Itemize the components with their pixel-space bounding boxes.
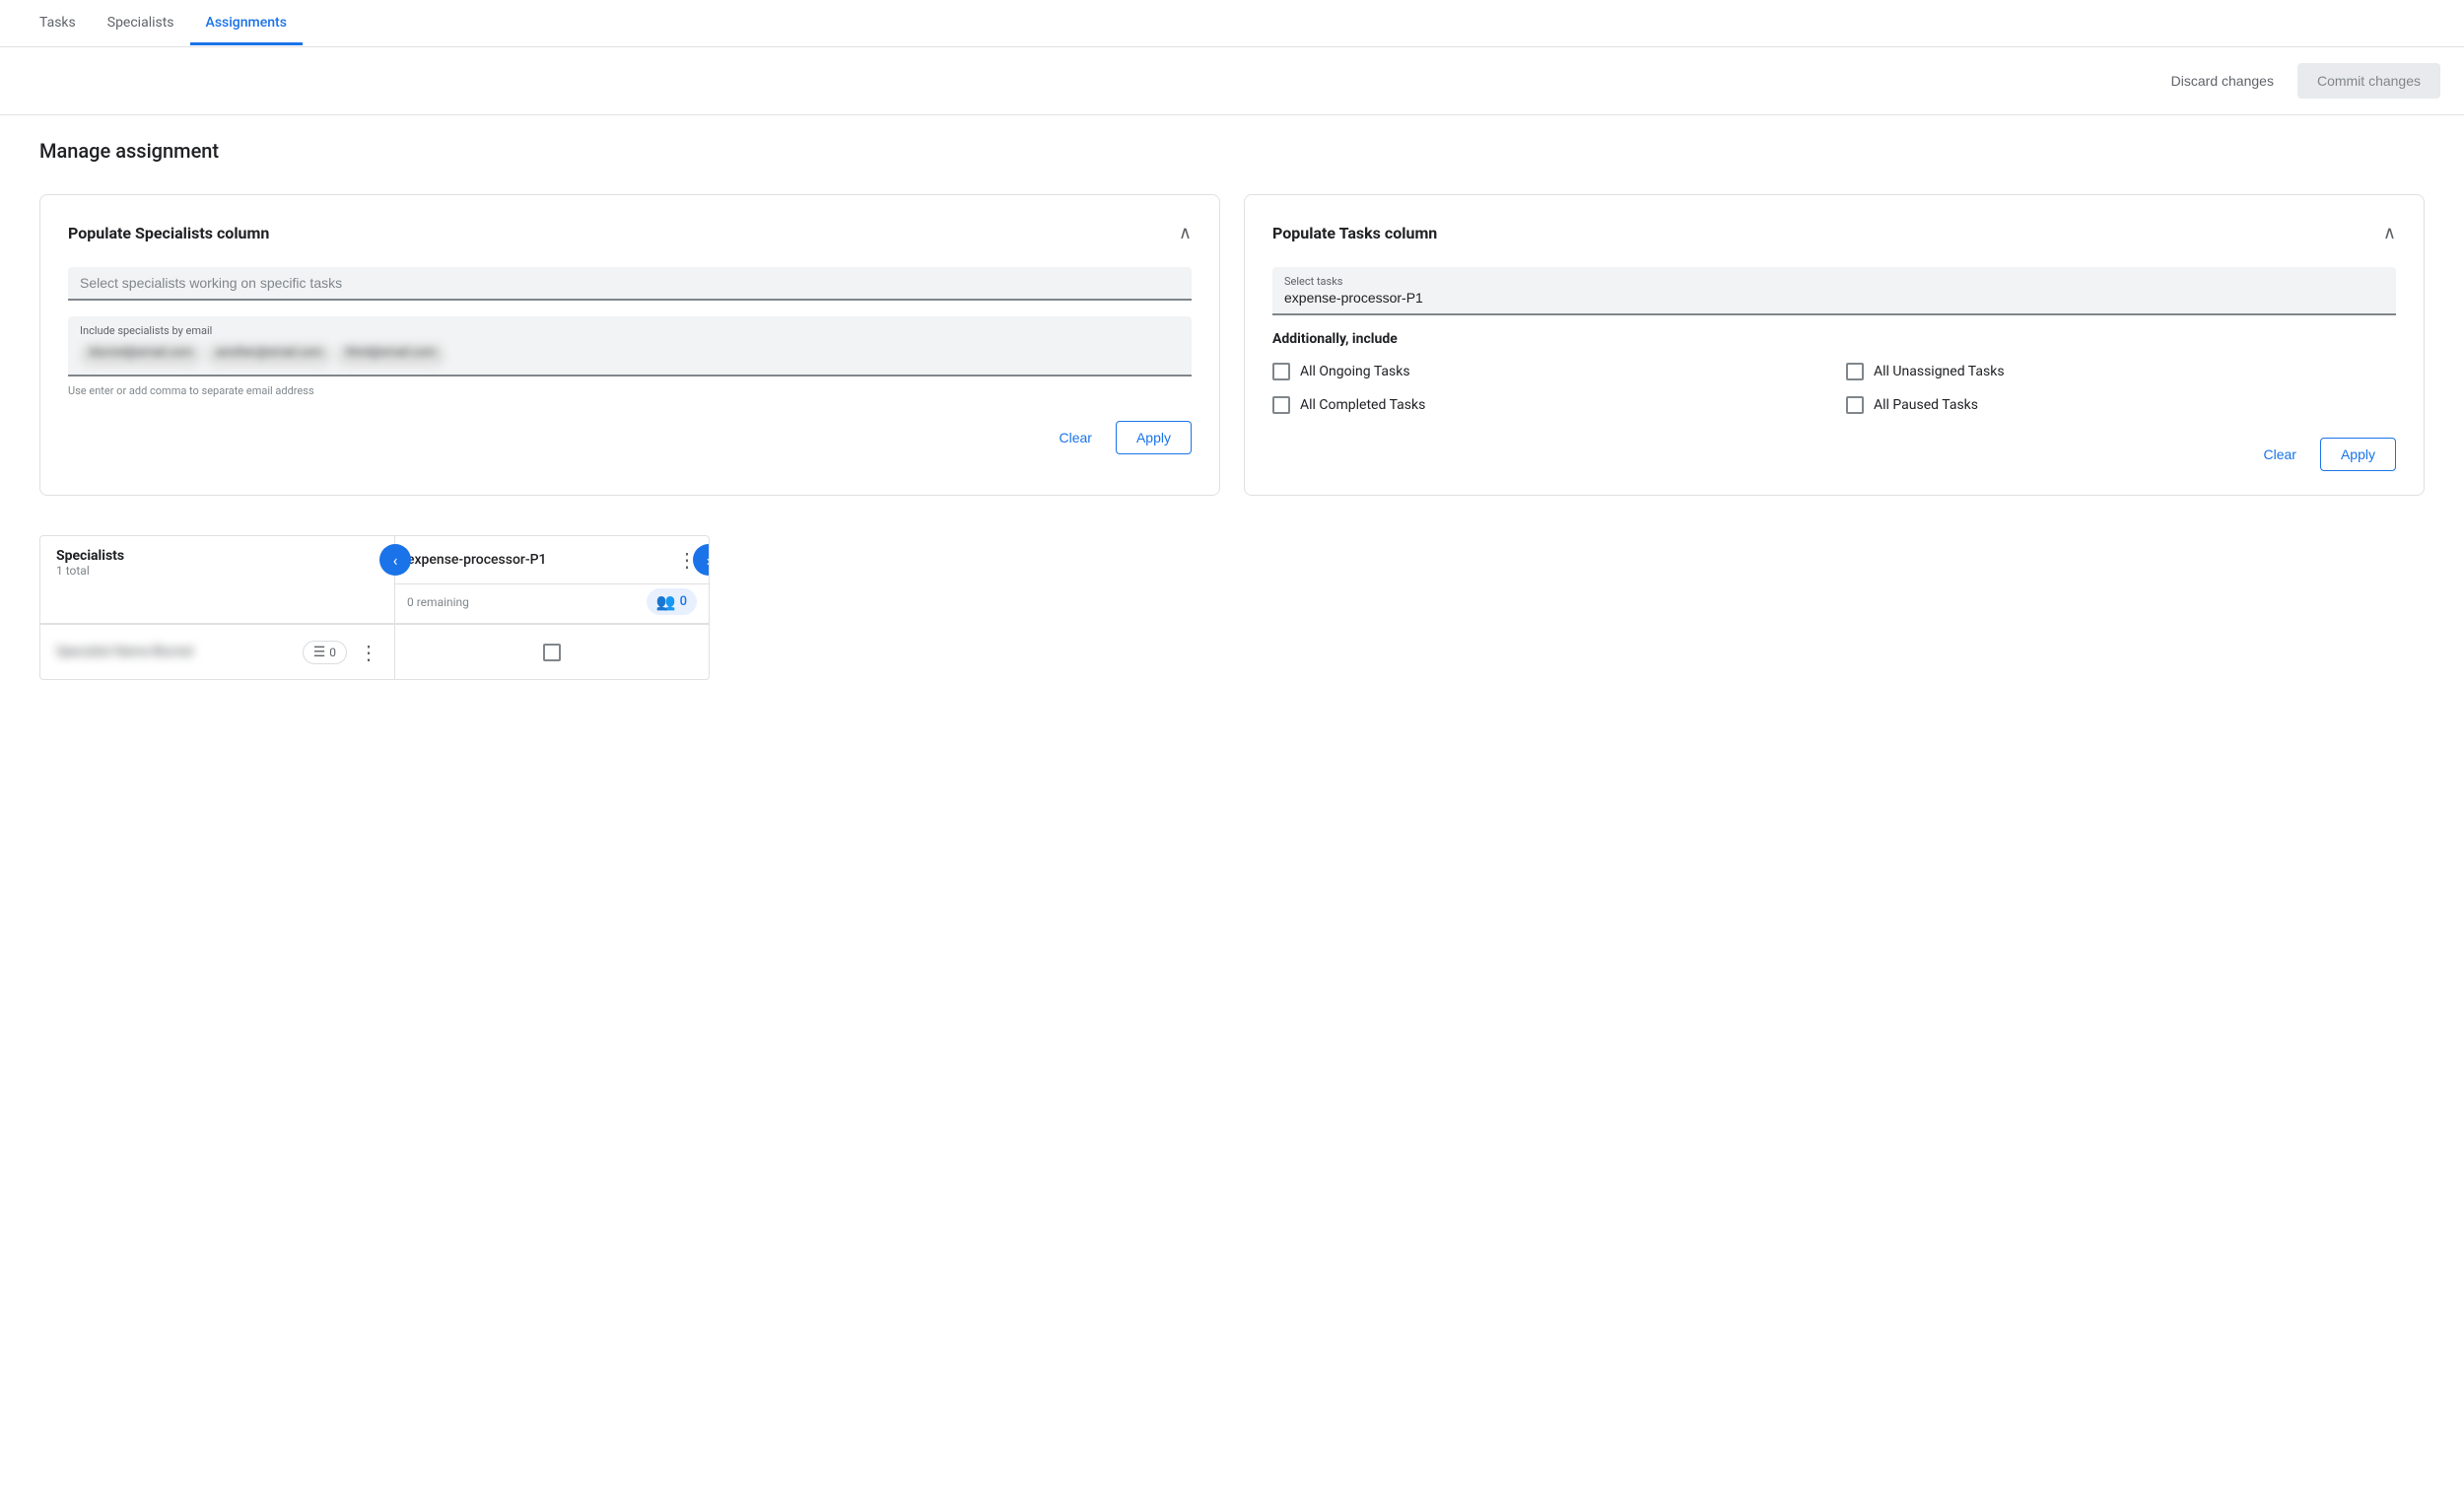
email-tag: third@email.com [336, 343, 445, 367]
checkbox-completed-label: All Completed Tasks [1300, 397, 1425, 413]
tasks-select-input[interactable] [1284, 290, 2384, 313]
checkbox-unassigned[interactable]: All Unassigned Tasks [1846, 363, 2396, 380]
table-header-row: Specialists 1 total ‹ expense-processor-… [40, 536, 709, 624]
checkbox-unassigned-box[interactable] [1846, 363, 1864, 380]
email-tag: blurred@email.com [80, 343, 202, 367]
tasks-select-field[interactable]: Select tasks [1272, 267, 2396, 315]
email-hint: Use enter or add comma to separate email… [68, 384, 1192, 397]
specialists-apply-button[interactable]: Apply [1116, 421, 1192, 454]
tasks-card-title: Populate Tasks column [1272, 224, 1437, 242]
top-nav: Tasks Specialists Assignments [0, 0, 2464, 47]
discard-changes-button[interactable]: Discard changes [2156, 65, 2290, 97]
specialist-task-count: 0 [329, 646, 336, 659]
tasks-select-label: Select tasks [1284, 275, 2384, 288]
specialists-card: Populate Specialists column ∧ Include sp… [39, 194, 1220, 496]
checkbox-grid: All Ongoing Tasks All Unassigned Tasks A… [1272, 363, 2396, 414]
page-title: Manage assignment [0, 115, 2464, 178]
col-specialists-header: Specialists 1 total [40, 536, 395, 623]
assignments-table: Specialists 1 total ‹ expense-processor-… [39, 535, 710, 680]
specialists-card-header: Populate Specialists column ∧ [68, 223, 1192, 243]
badge-number: 0 [680, 594, 687, 609]
specialists-card-actions: Clear Apply [68, 421, 1192, 454]
main-content: Populate Specialists column ∧ Include sp… [0, 178, 2464, 719]
tasks-clear-button[interactable]: Clear [2256, 439, 2304, 470]
checkbox-completed-box[interactable] [1272, 396, 1290, 414]
specialist-name: Specialist Name Blurred [56, 645, 291, 659]
commit-changes-button[interactable]: Commit changes [2297, 63, 2440, 99]
prev-task-button[interactable]: ‹ [379, 544, 411, 576]
specialist-cell: Specialist Name Blurred ☰ 0 ⋮ [40, 625, 395, 679]
header-bar: Discard changes Commit changes [0, 47, 2464, 115]
col-task-header: ‹ expense-processor-P1 ⋮ › 0 remaining 👥… [395, 536, 709, 623]
table-row: Specialist Name Blurred ☰ 0 ⋮ [40, 624, 709, 679]
col-specialists-count: 1 total [56, 564, 378, 578]
specialist-more-icon[interactable]: ⋮ [359, 641, 378, 664]
email-tags: blurred@email.com another@email.com thir… [80, 343, 1180, 367]
tasks-card-header: Populate Tasks column ∧ [1272, 223, 2396, 243]
tasks-card: Populate Tasks column ∧ Select tasks Add… [1244, 194, 2425, 496]
specialists-chevron-icon[interactable]: ∧ [1179, 223, 1192, 243]
checkbox-paused[interactable]: All Paused Tasks [1846, 396, 2396, 414]
specialists-select-field[interactable] [68, 267, 1192, 301]
email-label: Include specialists by email [80, 324, 1180, 337]
checkbox-unassigned-label: All Unassigned Tasks [1874, 364, 2005, 379]
tab-assignments[interactable]: Assignments [190, 3, 303, 45]
tasks-card-actions: Clear Apply [1272, 438, 2396, 471]
badge-people-icon: 👥 [656, 592, 676, 611]
email-tag: another@email.com [206, 343, 332, 367]
specialists-clear-button[interactable]: Clear [1052, 422, 1100, 453]
checkbox-completed[interactable]: All Completed Tasks [1272, 396, 1822, 414]
remaining-text: 0 remaining [407, 595, 469, 609]
tab-tasks[interactable]: Tasks [24, 3, 92, 45]
tasks-apply-button[interactable]: Apply [2320, 438, 2396, 471]
specialists-select-input[interactable] [80, 275, 1180, 299]
task-cell[interactable] [395, 625, 709, 679]
email-box: Include specialists by email blurred@ema… [68, 316, 1192, 376]
task-sub-row: 0 remaining 👥 0 [395, 584, 709, 623]
task-header: ‹ expense-processor-P1 ⋮ › [395, 536, 709, 584]
badge-count: 👥 0 [647, 588, 697, 615]
specialist-list-icon: ☰ [313, 645, 326, 660]
task-assignment-checkbox[interactable] [543, 644, 561, 661]
tab-specialists[interactable]: Specialists [92, 3, 190, 45]
checkbox-ongoing[interactable]: All Ongoing Tasks [1272, 363, 1822, 380]
additionally-label: Additionally, include [1272, 331, 2396, 347]
tasks-chevron-icon[interactable]: ∧ [2383, 223, 2396, 243]
cards-row: Populate Specialists column ∧ Include sp… [39, 194, 2425, 496]
col-specialists-title: Specialists [56, 548, 378, 564]
checkbox-ongoing-label: All Ongoing Tasks [1300, 364, 1410, 379]
checkbox-paused-label: All Paused Tasks [1874, 397, 1978, 413]
checkbox-ongoing-box[interactable] [1272, 363, 1290, 380]
checkbox-paused-box[interactable] [1846, 396, 1864, 414]
specialists-card-title: Populate Specialists column [68, 224, 269, 242]
task-name: expense-processor-P1 [407, 552, 547, 568]
specialist-badge: ☰ 0 [303, 641, 347, 664]
